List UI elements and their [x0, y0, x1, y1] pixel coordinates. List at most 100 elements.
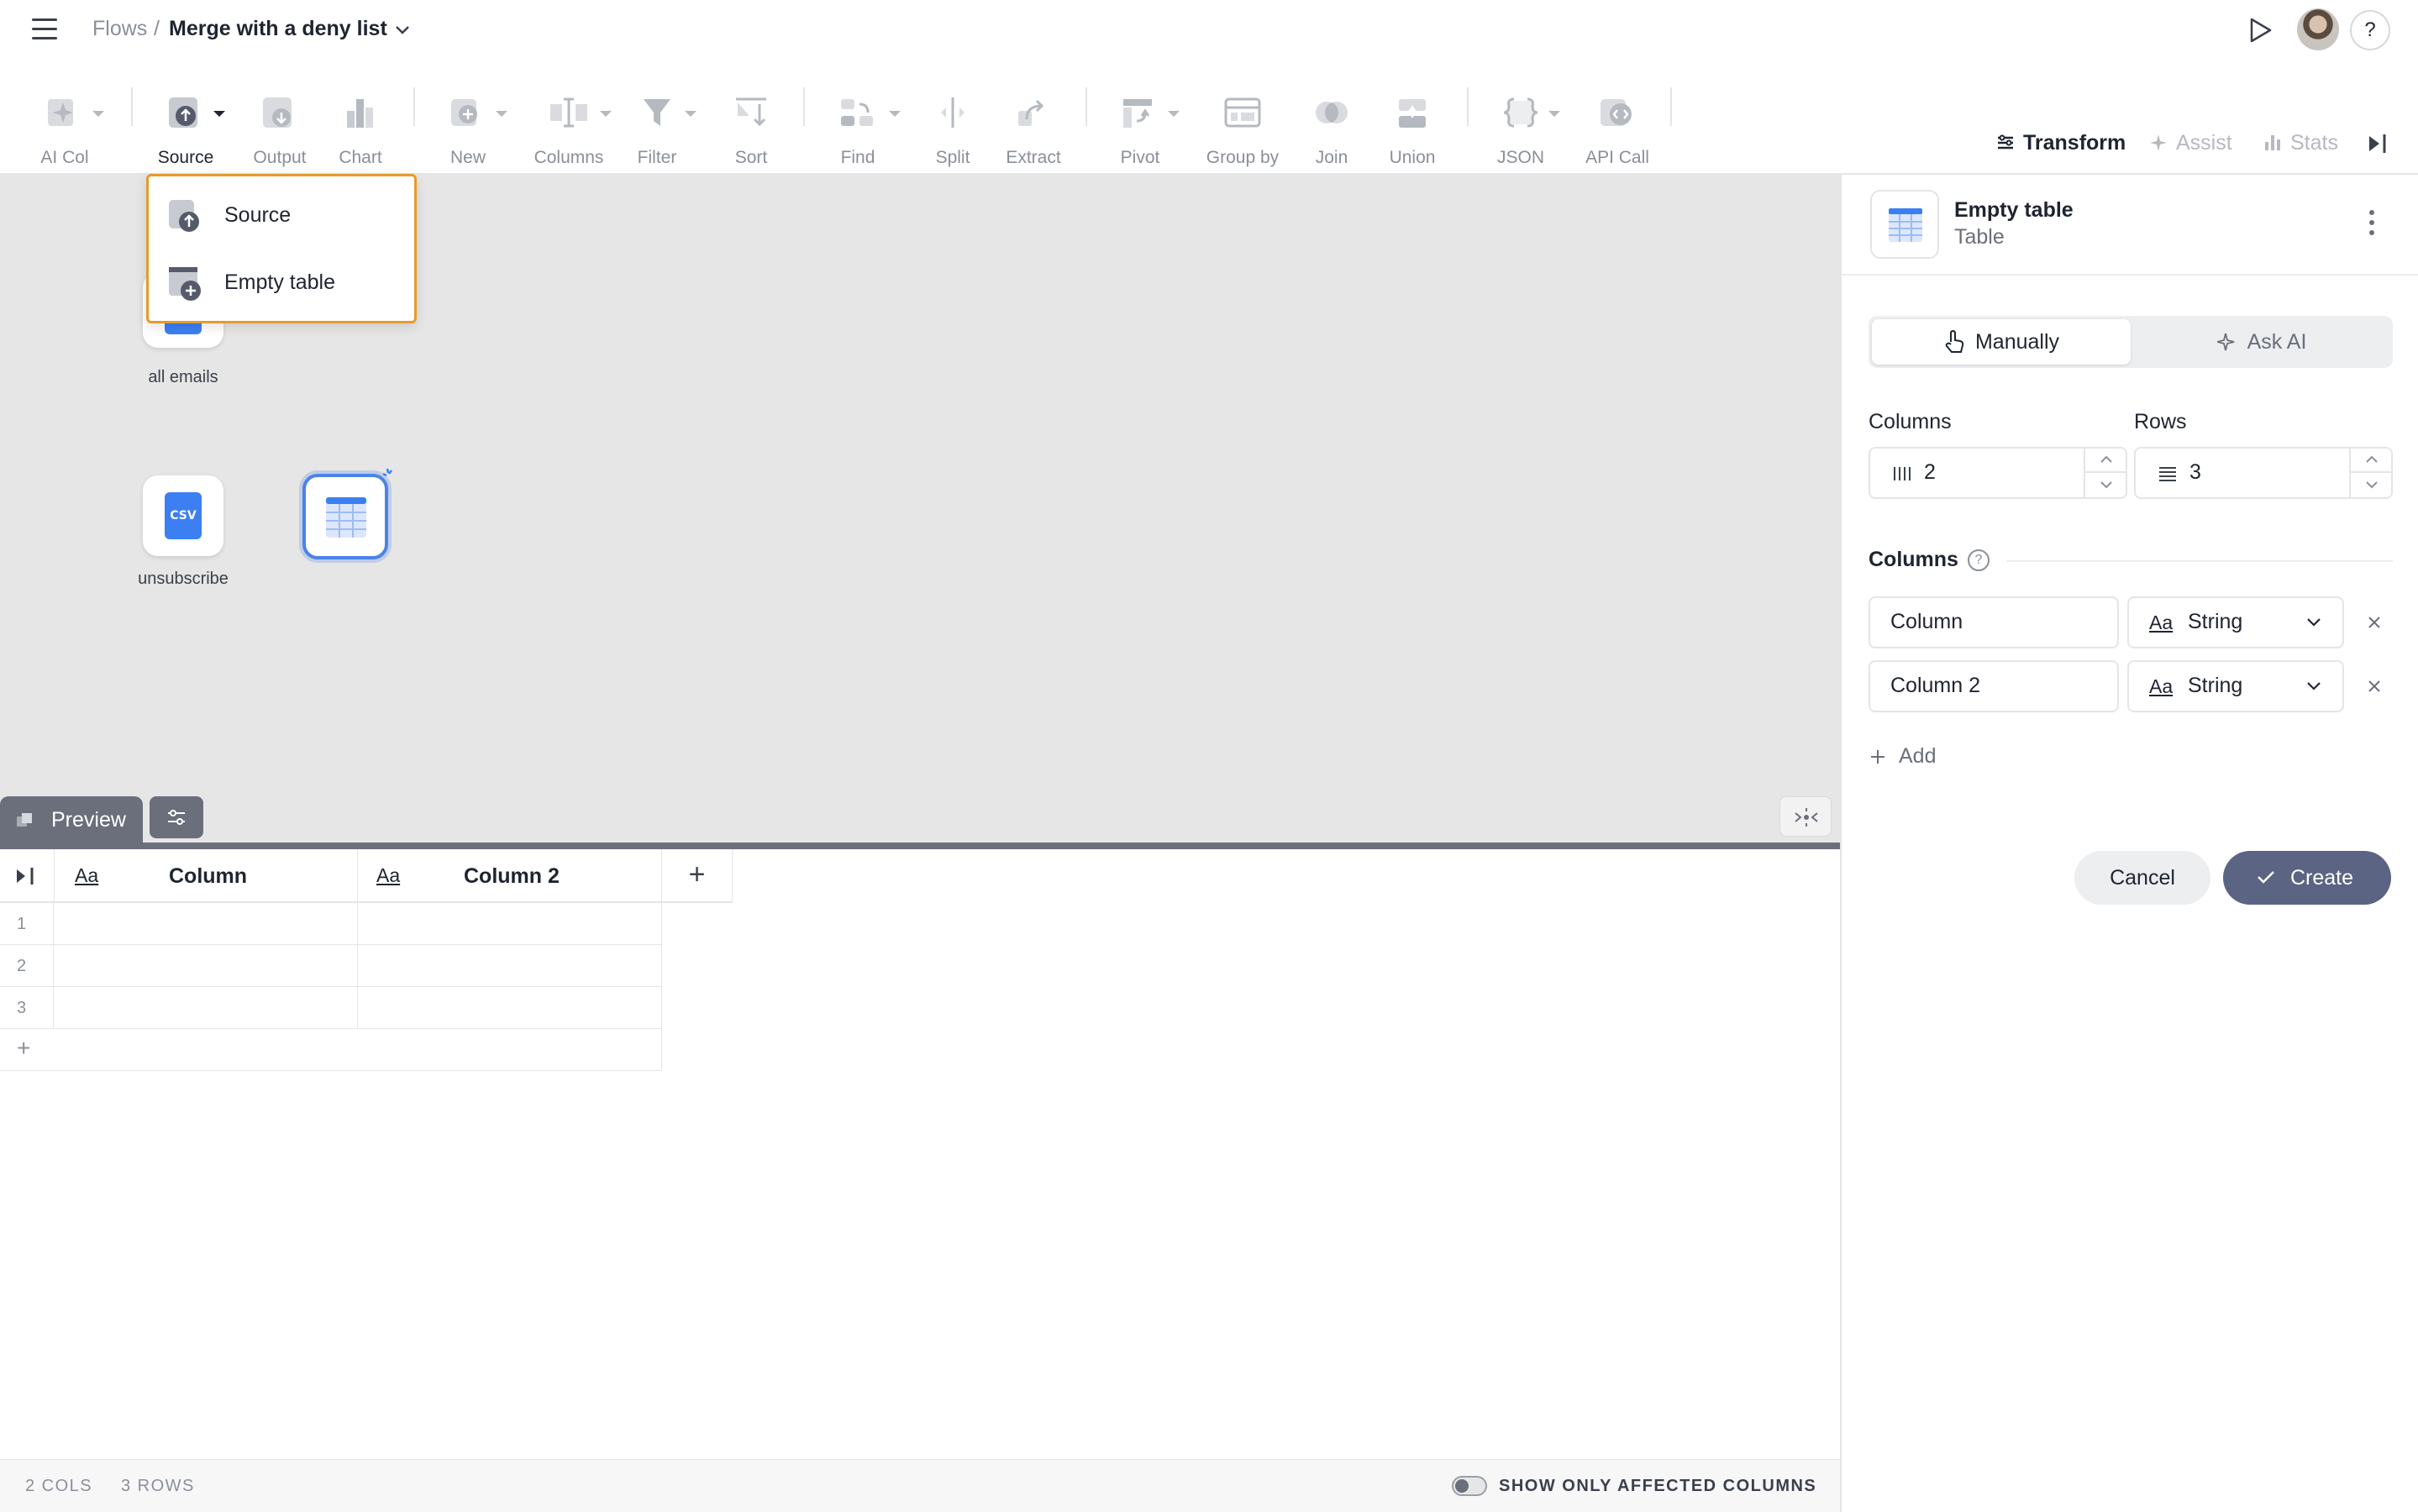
menu-icon[interactable] [32, 18, 57, 40]
sliders-icon [1998, 134, 2013, 150]
column-name: Column [169, 864, 248, 888]
column-name-input[interactable]: Column [1869, 596, 2119, 648]
extract-tool[interactable]: Extract [987, 82, 1080, 167]
mode-manually-button[interactable]: Manually [1872, 319, 2131, 365]
increment-button[interactable] [2085, 449, 2127, 473]
tab-transform[interactable]: Transform [1996, 131, 2126, 155]
panel-subtitle: Table [1954, 225, 2005, 249]
avatar[interactable] [2297, 8, 2339, 50]
column-type-select[interactable]: Aa String [2127, 660, 2344, 712]
transform-panel: Empty table Table Manually Ask AI Column… [1840, 175, 2418, 1512]
source-tool[interactable]: Source [139, 82, 232, 167]
play-icon[interactable] [2245, 15, 2275, 45]
sparkle-icon [48, 99, 73, 126]
chart-tool[interactable]: Chart [314, 82, 407, 167]
table-icon [326, 497, 366, 538]
table-cell[interactable] [54, 945, 358, 987]
collapse-panel-icon[interactable] [2368, 133, 2388, 155]
table-cell[interactable] [54, 903, 358, 945]
split-tool[interactable]: Split [907, 82, 999, 167]
create-button[interactable]: Create [2223, 851, 2391, 905]
pivot-icon [1123, 99, 1152, 128]
string-type-icon[interactable]: Aa [376, 864, 400, 887]
union-tool[interactable]: Union [1366, 82, 1459, 167]
row-number: 1 [0, 903, 54, 945]
join-tool[interactable]: Join [1285, 82, 1378, 167]
table-cell[interactable] [54, 987, 358, 1029]
expand-rows-icon[interactable] [15, 866, 37, 886]
api-call-tool[interactable]: API Call [1571, 82, 1664, 167]
help-icon[interactable]: ? [1968, 549, 1990, 571]
decrement-button[interactable] [2085, 473, 2127, 497]
api-icon [1601, 99, 1632, 126]
mode-ask-ai-button[interactable]: Ask AI [2134, 319, 2389, 365]
help-button[interactable]: ? [2350, 10, 2390, 50]
flow-title[interactable]: Merge with a deny list [169, 17, 387, 41]
sort-tool[interactable]: Sort [705, 82, 797, 167]
tool-label: AI Col [40, 148, 89, 167]
tool-label: Group by [1206, 148, 1280, 167]
chevron-down-icon [2366, 481, 2378, 489]
group-icon [1224, 97, 1261, 128]
remove-column-icon[interactable] [2364, 612, 2384, 633]
rows-icon [2159, 467, 2176, 481]
breadcrumb-flows[interactable]: Flows [92, 17, 147, 41]
node-unsubscribe[interactable]: CSV [143, 475, 223, 556]
stats-icon [2265, 135, 2280, 150]
affected-columns-toggle[interactable] [1452, 1476, 1487, 1496]
tool-label: Filter [637, 148, 677, 167]
column-type-value: String [2188, 610, 2243, 633]
remove-column-icon[interactable] [2364, 676, 2384, 696]
column-name-input[interactable]: Column 2 [1869, 660, 2119, 712]
pivot-tool[interactable]: Pivot [1094, 82, 1186, 167]
add-row-button[interactable]: + [0, 1029, 662, 1071]
menu-item-empty-table[interactable]: Empty table [167, 262, 402, 304]
tab-stats[interactable]: Stats [2263, 131, 2338, 155]
column-header[interactable]: Aa Column [54, 849, 358, 903]
tool-label: Columns [534, 148, 604, 167]
chevron-down-icon[interactable] [393, 20, 412, 39]
column-type-select[interactable]: Aa String [2127, 596, 2344, 648]
ai-col-tool[interactable]: AI Col [18, 82, 111, 167]
string-type-icon[interactable]: Aa [75, 864, 98, 887]
preview-settings-button[interactable] [150, 796, 203, 838]
table-cell[interactable] [358, 987, 662, 1029]
expand-preview-button[interactable] [1779, 796, 1832, 837]
toggle-label: SHOW ONLY AFFECTED COLUMNS [1499, 1477, 1817, 1495]
column-header[interactable]: Aa Column 2 [358, 849, 662, 903]
mode-segmented-control: Manually Ask AI [1869, 316, 2393, 368]
decrement-button[interactable] [2351, 473, 2393, 497]
node-empty-table[interactable] [302, 474, 388, 559]
add-label: Add [1899, 744, 1937, 768]
split-icon [941, 97, 965, 128]
menu-item-source[interactable]: Source [167, 195, 402, 237]
output-tool[interactable]: Output [234, 82, 326, 167]
json-tool[interactable]: JSON [1474, 82, 1567, 167]
find-tool[interactable]: Find [812, 82, 904, 167]
row-number: 3 [0, 987, 54, 1029]
table-cell[interactable] [358, 945, 662, 987]
columns-tool[interactable]: Columns [523, 82, 615, 167]
toolbar-divider [803, 87, 805, 126]
add-column-button[interactable]: + [662, 849, 733, 903]
group-by-tool[interactable]: Group by [1196, 82, 1289, 167]
rows-count-stepper[interactable]: 3 [2134, 447, 2393, 499]
cancel-button[interactable]: Cancel [2074, 851, 2210, 905]
tab-preview[interactable]: Preview [0, 796, 143, 843]
toolbar-divider [1085, 87, 1087, 126]
filter-tool[interactable]: Filter [611, 82, 703, 167]
chevron-up-icon [2366, 455, 2378, 463]
new-tool[interactable]: New [422, 82, 514, 167]
venn-join-icon [1316, 102, 1348, 123]
create-label: Create [2290, 866, 2354, 890]
sort-icon [736, 97, 766, 127]
increment-button[interactable] [2351, 449, 2393, 473]
columns-count-stepper[interactable]: 2 [1869, 447, 2127, 499]
caret-down-icon [92, 111, 104, 117]
plus-circle-icon [451, 99, 477, 126]
more-options-icon[interactable] [2369, 210, 2376, 239]
sparkle-icon [2216, 333, 2234, 351]
tab-assist[interactable]: Assist [2149, 131, 2232, 155]
table-cell[interactable] [358, 903, 662, 945]
panel-title: Empty table [1954, 198, 2074, 222]
